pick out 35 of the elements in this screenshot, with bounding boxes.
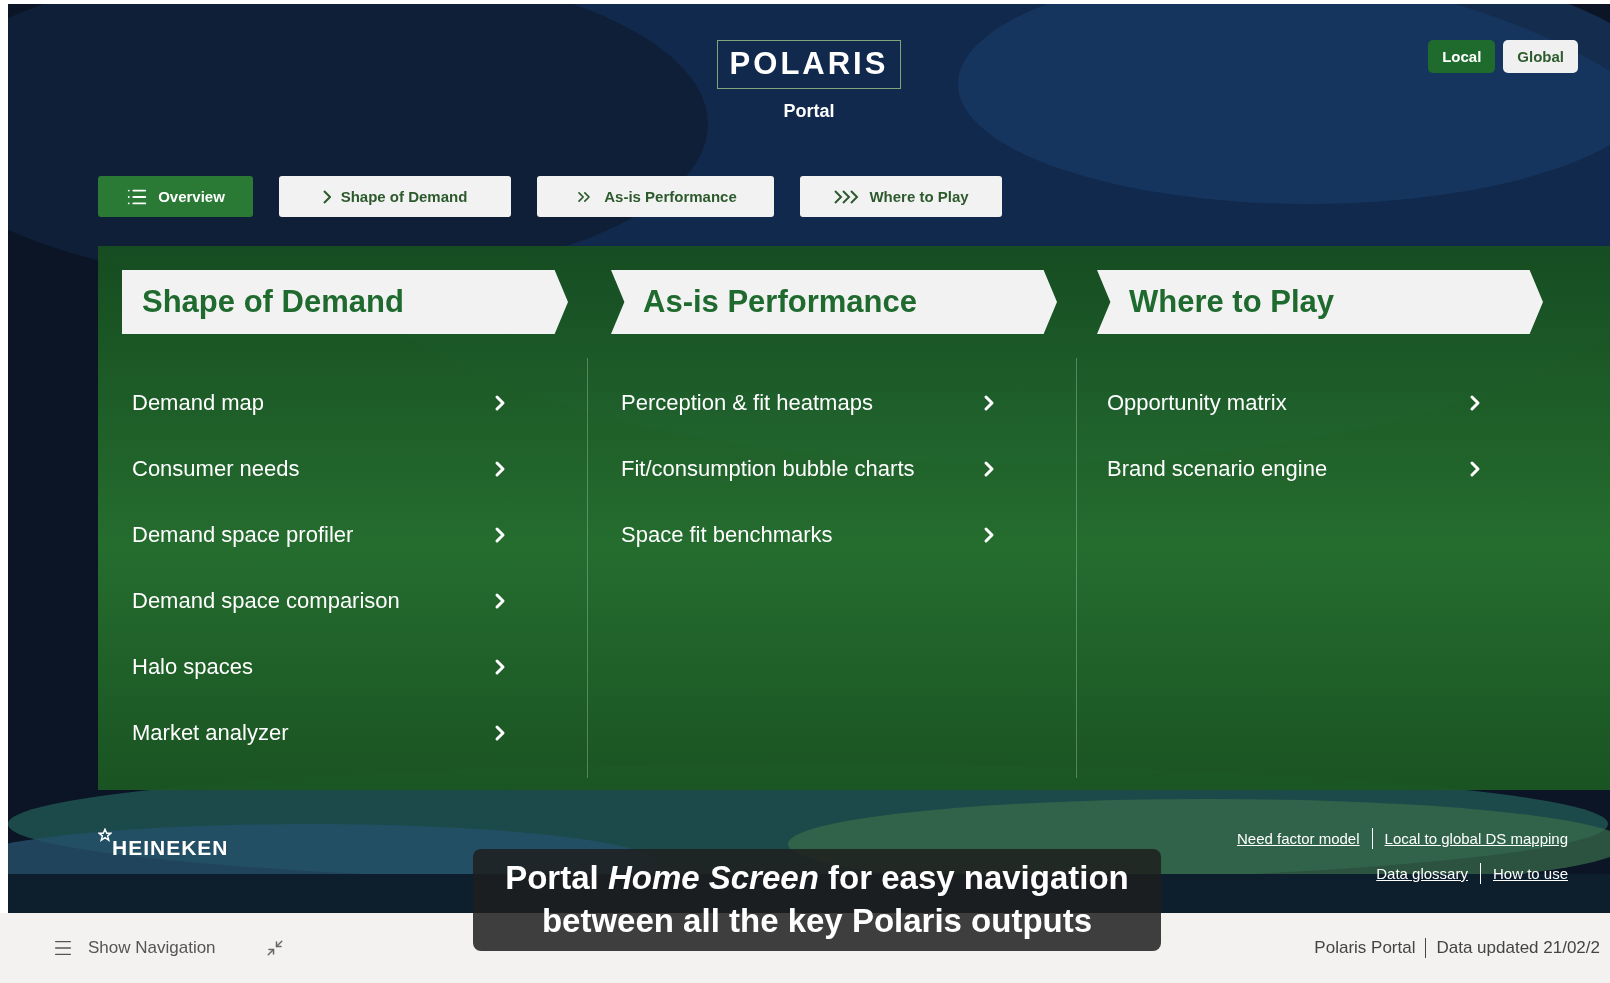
section-heading: As-is Performance: [611, 270, 1057, 334]
menu-item[interactable]: Demand map: [122, 370, 512, 436]
scope-toggle-button[interactable]: Global: [1503, 40, 1578, 73]
section-heading: Where to Play: [1097, 270, 1543, 334]
menu-item[interactable]: Space fit benchmarks: [611, 502, 1001, 568]
menu-item[interactable]: Halo spaces: [122, 634, 512, 700]
menu-item[interactable]: Fit/consumption bubble charts: [611, 436, 1001, 502]
menu-item[interactable]: Perception & fit heatmaps: [611, 370, 1001, 436]
brand-logo: HEINEKEN: [112, 836, 229, 860]
star-icon: [98, 828, 112, 842]
nav-button[interactable]: Overview: [98, 176, 253, 217]
footer-link[interactable]: How to use: [1479, 863, 1580, 884]
footer-link[interactable]: Local to global DS mapping: [1371, 828, 1580, 849]
caption: Portal Home Screen for easy navigation between all the key Polaris outputs: [473, 849, 1161, 951]
menu-item[interactable]: Consumer needs: [122, 436, 512, 502]
nav-button[interactable]: Where to Play: [800, 176, 1002, 217]
report-name: Polaris Portal: [1313, 938, 1417, 958]
footer-link[interactable]: Need factor model: [1224, 828, 1372, 849]
menu-item[interactable]: Brand scenario engine: [1097, 436, 1487, 502]
menu-item[interactable]: Opportunity matrix: [1097, 370, 1487, 436]
footer-link[interactable]: Data glossary: [1364, 863, 1480, 884]
data-updated: Data updated 21/02/2: [1425, 938, 1610, 958]
menu-item[interactable]: Market analyzer: [122, 700, 512, 766]
menu-item[interactable]: Demand space comparison: [122, 568, 512, 634]
nav-button[interactable]: As-is Performance: [537, 176, 774, 217]
section-heading: Shape of Demand: [122, 270, 568, 334]
subtitle: Portal: [783, 101, 835, 123]
show-navigation-button[interactable]: Show Navigation: [46, 936, 222, 960]
menu-item[interactable]: Demand space profiler: [122, 502, 512, 568]
scope-toggle-button[interactable]: Local: [1428, 40, 1496, 73]
triple-chevron-icon: [833, 188, 860, 205]
logo: POLARIS: [716, 40, 902, 90]
chevron-icon: [322, 189, 331, 204]
nav-button[interactable]: Shape of Demand: [279, 176, 511, 217]
collapse-icon[interactable]: [265, 939, 284, 957]
